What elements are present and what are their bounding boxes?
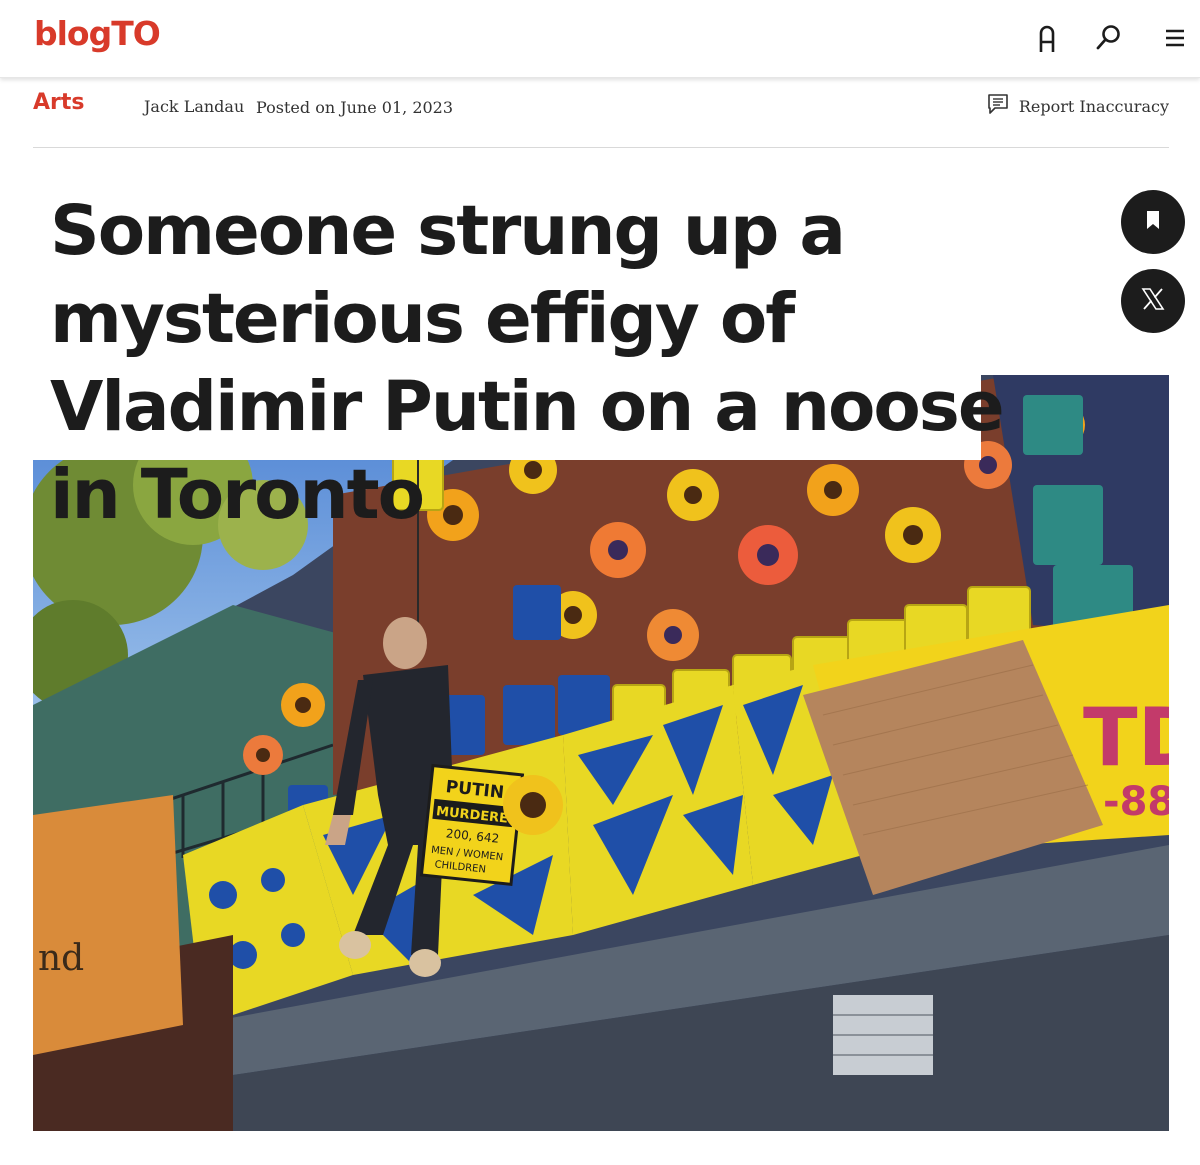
post-date: Posted on June 01, 2023 — [256, 98, 454, 117]
site-logo[interactable]: blogTO — [34, 14, 161, 53]
author-link[interactable]: Jack Landau — [144, 97, 244, 116]
storefront-text: TD. — [1083, 691, 1169, 784]
user-icon[interactable] — [1032, 22, 1062, 54]
article-headline: Someone strung up a mysterious effigy of… — [50, 191, 1005, 535]
search-icon[interactable] — [1094, 22, 1124, 54]
report-inaccuracy-label: Report Inaccuracy — [1018, 96, 1169, 116]
category-link[interactable]: Arts — [33, 90, 85, 115]
phone-fragment: -889 — [1103, 779, 1169, 825]
hamburger-menu-icon[interactable] — [1160, 22, 1190, 54]
report-inaccuracy-button[interactable]: Report Inaccuracy — [987, 93, 1169, 119]
comment-report-icon — [987, 93, 1009, 119]
divider — [33, 147, 1169, 148]
site-header: blogTO — [0, 0, 1200, 78]
bookmark-icon — [1139, 206, 1167, 238]
svg-text:nd: nd — [38, 938, 84, 979]
bookmark-button[interactable] — [1121, 190, 1185, 254]
share-x-button[interactable] — [1121, 269, 1185, 333]
x-logo-icon — [1139, 285, 1167, 317]
